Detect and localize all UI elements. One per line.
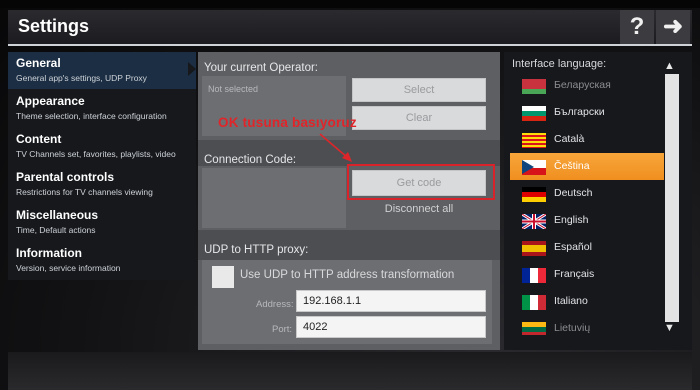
general-settings-panel: Your current Operator: Not selected Sele… [198,52,500,350]
language-item[interactable]: Català [510,126,664,153]
clear-operator-button[interactable]: Clear [352,106,486,130]
uk-flag-icon [522,214,546,229]
nav-item-title: Appearance [16,94,85,108]
nav-item-title: Parental controls [16,170,115,184]
lithuania-flag-icon [522,322,546,335]
czech-flag-icon [522,160,546,175]
udp-checkbox[interactable] [212,266,234,288]
language-item[interactable]: Italiano [510,288,664,315]
language-item[interactable]: Français [510,261,664,288]
language-label: English [554,214,589,226]
select-operator-button[interactable]: Select [352,78,486,102]
nav-item-subtitle: General app's settings, UDP Proxy [16,73,147,83]
nav-item-subtitle: TV Channels set, favorites, playlists, v… [16,149,176,159]
language-label: Español [554,241,592,253]
scroll-up-icon[interactable]: ▲ [664,60,675,72]
scroll-down-icon[interactable]: ▼ [664,322,675,334]
nav-item-subtitle: Time, Default actions [16,225,96,235]
question-icon: ? [629,13,645,40]
nav-item-subtitle: Restrictions for TV channels viewing [16,187,153,197]
address-value: 192.168.1.1 [303,295,362,307]
header-bar: Settings ? ➜ [8,10,692,46]
language-label: Italiano [554,295,588,307]
operator-value: Not selected [208,84,259,94]
forward-button[interactable]: ➜ [656,10,690,44]
nav-item-title: General [16,56,61,70]
select-button-label: Select [403,84,435,96]
language-label: Català [554,133,585,145]
language-item-selected[interactable]: Čeština [510,153,664,180]
active-nav-pointer [188,62,196,76]
france-flag-icon [522,268,546,283]
language-item[interactable]: Deutsch [510,180,664,207]
nav-item-information[interactable]: Information Version, service information [8,242,196,279]
annotation-highlight-box [347,164,495,200]
language-scrollbar[interactable] [665,74,679,322]
language-label: Български [554,106,605,118]
clear-button-label: Clear [405,112,433,124]
spain-flag-icon [522,241,546,256]
nav-item-title: Information [16,246,82,260]
language-item[interactable]: Lietuvių [510,315,664,335]
catalonia-flag-icon [522,133,546,148]
address-input[interactable]: 192.168.1.1 [296,290,486,312]
language-label: Беларуская [554,79,611,91]
language-label: Lietuvių [554,322,591,334]
language-item[interactable]: Español [510,234,664,261]
bottom-strip [8,352,692,390]
settings-nav: General General app's settings, UDP Prox… [8,52,196,280]
operator-section-label: Your current Operator: [204,62,318,74]
port-value: 4022 [303,321,328,333]
language-label: Čeština [554,160,590,172]
udp-settings-box: Use UDP to HTTP address transformation A… [202,260,492,344]
disconnect-label: Disconnect all [384,203,454,215]
nav-item-miscellaneous[interactable]: Miscellaneous Time, Default actions [8,204,196,241]
language-item[interactable]: Беларуская [510,72,664,99]
nav-item-general[interactable]: General General app's settings, UDP Prox… [8,52,196,89]
nav-item-subtitle: Theme selection, interface configuration [16,111,167,121]
italy-flag-icon [522,295,546,310]
page-title: Settings [18,16,90,36]
language-label: Deutsch [554,187,593,199]
port-label: Port: [272,324,293,335]
udp-section-label: UDP to HTTP proxy: [204,244,309,256]
address-label: Address: [256,299,294,310]
connection-section-label: Connection Code: [204,154,297,166]
bulgaria-flag-icon [522,106,546,121]
annotation-text: OK tusuna basıyoruz [218,115,357,130]
nav-item-parental-controls[interactable]: Parental controls Restrictions for TV ch… [8,166,196,203]
connection-code-display [202,168,346,228]
tv-screen: Settings ? ➜ General General app's setti… [0,0,700,390]
nav-item-subtitle: Version, service information [16,263,121,273]
language-item[interactable]: English [510,207,664,234]
nav-item-title: Content [16,132,62,146]
help-button[interactable]: ? [620,10,654,44]
udp-checkbox-label: Use UDP to HTTP address transformation [240,269,455,281]
bezel [0,0,700,8]
language-item[interactable]: Български [510,99,664,126]
nav-item-appearance[interactable]: Appearance Theme selection, interface co… [8,90,196,127]
nav-item-title: Miscellaneous [16,208,99,222]
language-section-label: Interface language: [512,58,607,70]
port-input[interactable]: 4022 [296,316,486,338]
belarus-flag-icon [522,79,546,94]
disconnect-all-button[interactable]: Disconnect all [352,203,486,219]
language-label: Français [554,268,595,280]
arrow-right-icon: ➜ [662,13,684,40]
germany-flag-icon [522,187,546,202]
nav-item-content[interactable]: Content TV Channels set, favorites, play… [8,128,196,165]
